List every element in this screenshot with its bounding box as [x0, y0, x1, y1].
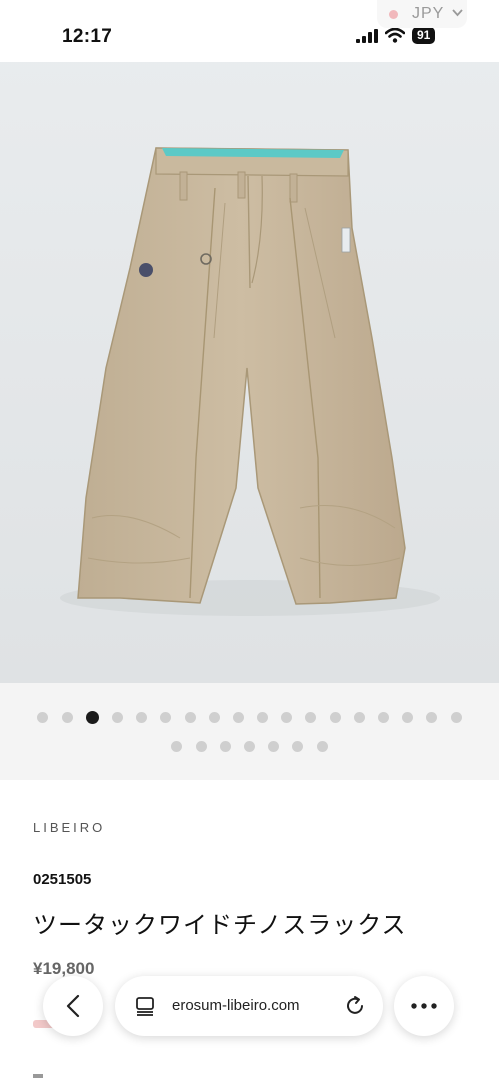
reload-icon[interactable]: [343, 994, 367, 1018]
back-icon: [66, 994, 80, 1018]
cellular-signal-icon: [356, 28, 378, 43]
currency-selector[interactable]: JPY: [377, 0, 467, 28]
faded-text: [33, 1074, 43, 1078]
carousel-dot[interactable]: [292, 741, 304, 752]
carousel-dot[interactable]: [268, 741, 280, 752]
carousel-dot[interactable]: [402, 712, 414, 723]
carousel-dot[interactable]: [426, 712, 438, 723]
address-bar[interactable]: erosum-libeiro.com: [115, 976, 383, 1036]
carousel-dot[interactable]: [316, 741, 328, 752]
carousel-dot[interactable]: [219, 741, 231, 752]
status-icons: 91: [356, 27, 436, 44]
status-time: 12:17: [62, 26, 113, 47]
product-code: 0251505: [33, 871, 92, 888]
product-image[interactable]: [0, 38, 499, 683]
battery-icon: 91: [412, 27, 436, 44]
carousel-dot[interactable]: [450, 712, 462, 723]
notification-dot: [389, 9, 398, 19]
carousel-dot[interactable]: [378, 712, 390, 723]
carousel-dot[interactable]: [257, 712, 269, 723]
carousel-dot[interactable]: [208, 712, 220, 723]
carousel-dot[interactable]: [111, 712, 123, 723]
carousel-dot[interactable]: [61, 712, 73, 723]
carousel-dot[interactable]: [353, 712, 365, 723]
product-price: ¥19,800: [33, 959, 95, 978]
wifi-icon: [385, 28, 405, 43]
carousel-dot[interactable]: [195, 741, 207, 752]
carousel-dot[interactable]: [329, 712, 341, 723]
carousel-dot[interactable]: [281, 712, 293, 723]
chino-pants-illustration: [60, 147, 440, 616]
carousel-dots-row: [0, 741, 499, 752]
product-title: ツータックワイドチノスラックス: [33, 912, 407, 939]
carousel-dots-row: [0, 711, 499, 724]
product-page: 12:17 91 JPY LIBEIRO 0251505 ツータックワイドチノス…: [0, 0, 499, 1080]
carousel-dot[interactable]: [160, 712, 172, 723]
url-text[interactable]: erosum-libeiro.com: [172, 997, 300, 1014]
back-button[interactable]: [43, 976, 103, 1036]
reader-icon[interactable]: [135, 996, 155, 1016]
more-icon: [411, 1003, 437, 1009]
carousel-dot[interactable]: [244, 741, 255, 752]
currency-label: JPY: [412, 5, 445, 22]
carousel-dot[interactable]: [184, 712, 196, 723]
carousel-dot[interactable]: [232, 712, 244, 723]
carousel-dot[interactable]: [136, 712, 148, 723]
more-button[interactable]: [394, 976, 454, 1036]
carousel-dot[interactable]: [171, 741, 183, 752]
carousel-dot[interactable]: [305, 712, 317, 723]
carousel-dot-active[interactable]: [85, 711, 99, 724]
brand-name[interactable]: LIBEIRO: [33, 820, 105, 835]
carousel-dot[interactable]: [37, 712, 49, 723]
chevron-down-icon: [452, 8, 464, 20]
image-carousel-indicator: [0, 683, 499, 780]
